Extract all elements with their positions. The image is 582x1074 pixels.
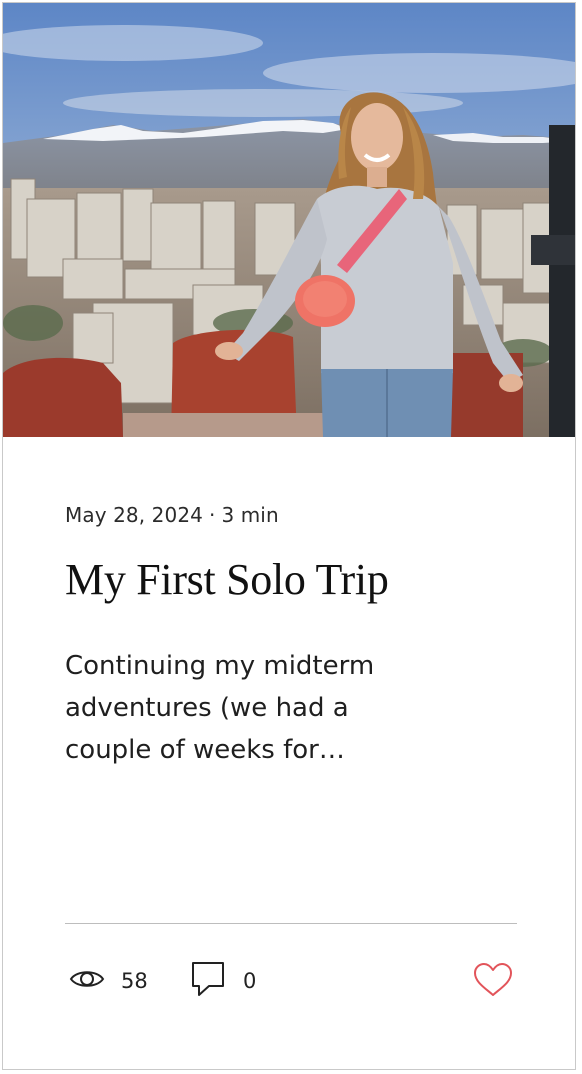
eye-icon <box>69 967 105 996</box>
card-divider <box>65 923 517 924</box>
post-cover-image[interactable] <box>3 3 575 437</box>
post-stats: 58 0 <box>65 961 515 1001</box>
heart-outline-icon[interactable] <box>473 963 513 1002</box>
post-title[interactable]: My First Solo Trip <box>65 555 525 606</box>
post-meta: May 28, 2024 · 3 min <box>65 503 279 527</box>
comments-count[interactable]: 0 <box>191 961 256 1001</box>
post-excerpt[interactable]: Continuing my midterm adventures (we had… <box>65 645 395 771</box>
comment-bubble-icon[interactable] <box>191 961 225 1002</box>
comments-number: 0 <box>243 969 257 993</box>
blog-post-card[interactable]: May 28, 2024 · 3 min My First Solo Trip Co… <box>2 2 576 1070</box>
views-count: 58 <box>69 961 148 1001</box>
views-number: 58 <box>121 969 148 993</box>
post-date: May 28, 2024 <box>65 503 203 527</box>
meta-separator: · <box>208 503 216 527</box>
post-read-time: 3 min <box>221 503 279 527</box>
like-button[interactable] <box>473 962 513 1003</box>
